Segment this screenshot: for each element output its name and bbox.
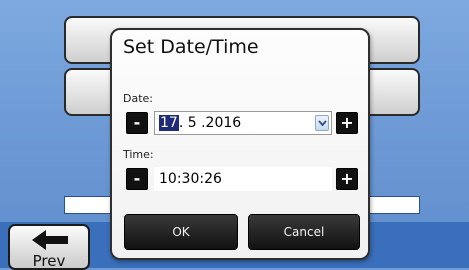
- cancel-button[interactable]: Cancel: [248, 214, 360, 250]
- date-field[interactable]: 17. 5 .2016: [154, 111, 332, 135]
- date-decrement-button[interactable]: -: [126, 112, 148, 134]
- time-increment-button[interactable]: +: [336, 168, 358, 190]
- date-rest: . 5 .2016: [178, 115, 242, 131]
- date-label: Date:: [123, 92, 153, 105]
- dialog-title: Set Date/Time: [123, 36, 259, 58]
- time-field[interactable]: 10:30:26: [154, 167, 332, 191]
- prev-label: Prev: [32, 252, 66, 270]
- time-label: Time:: [123, 148, 154, 161]
- chevron-down-icon: [318, 120, 327, 127]
- date-increment-button[interactable]: +: [336, 112, 358, 134]
- time-decrement-button[interactable]: -: [126, 168, 148, 190]
- ok-button[interactable]: OK: [124, 214, 238, 250]
- set-date-time-dialog: Set Date/Time Date: - 17. 5 .2016 + Time…: [110, 28, 370, 260]
- arrow-left-icon: [32, 230, 68, 250]
- prev-button[interactable]: Prev: [8, 224, 90, 270]
- date-day-selected: 17: [159, 115, 179, 131]
- date-dropdown-button[interactable]: [315, 115, 329, 131]
